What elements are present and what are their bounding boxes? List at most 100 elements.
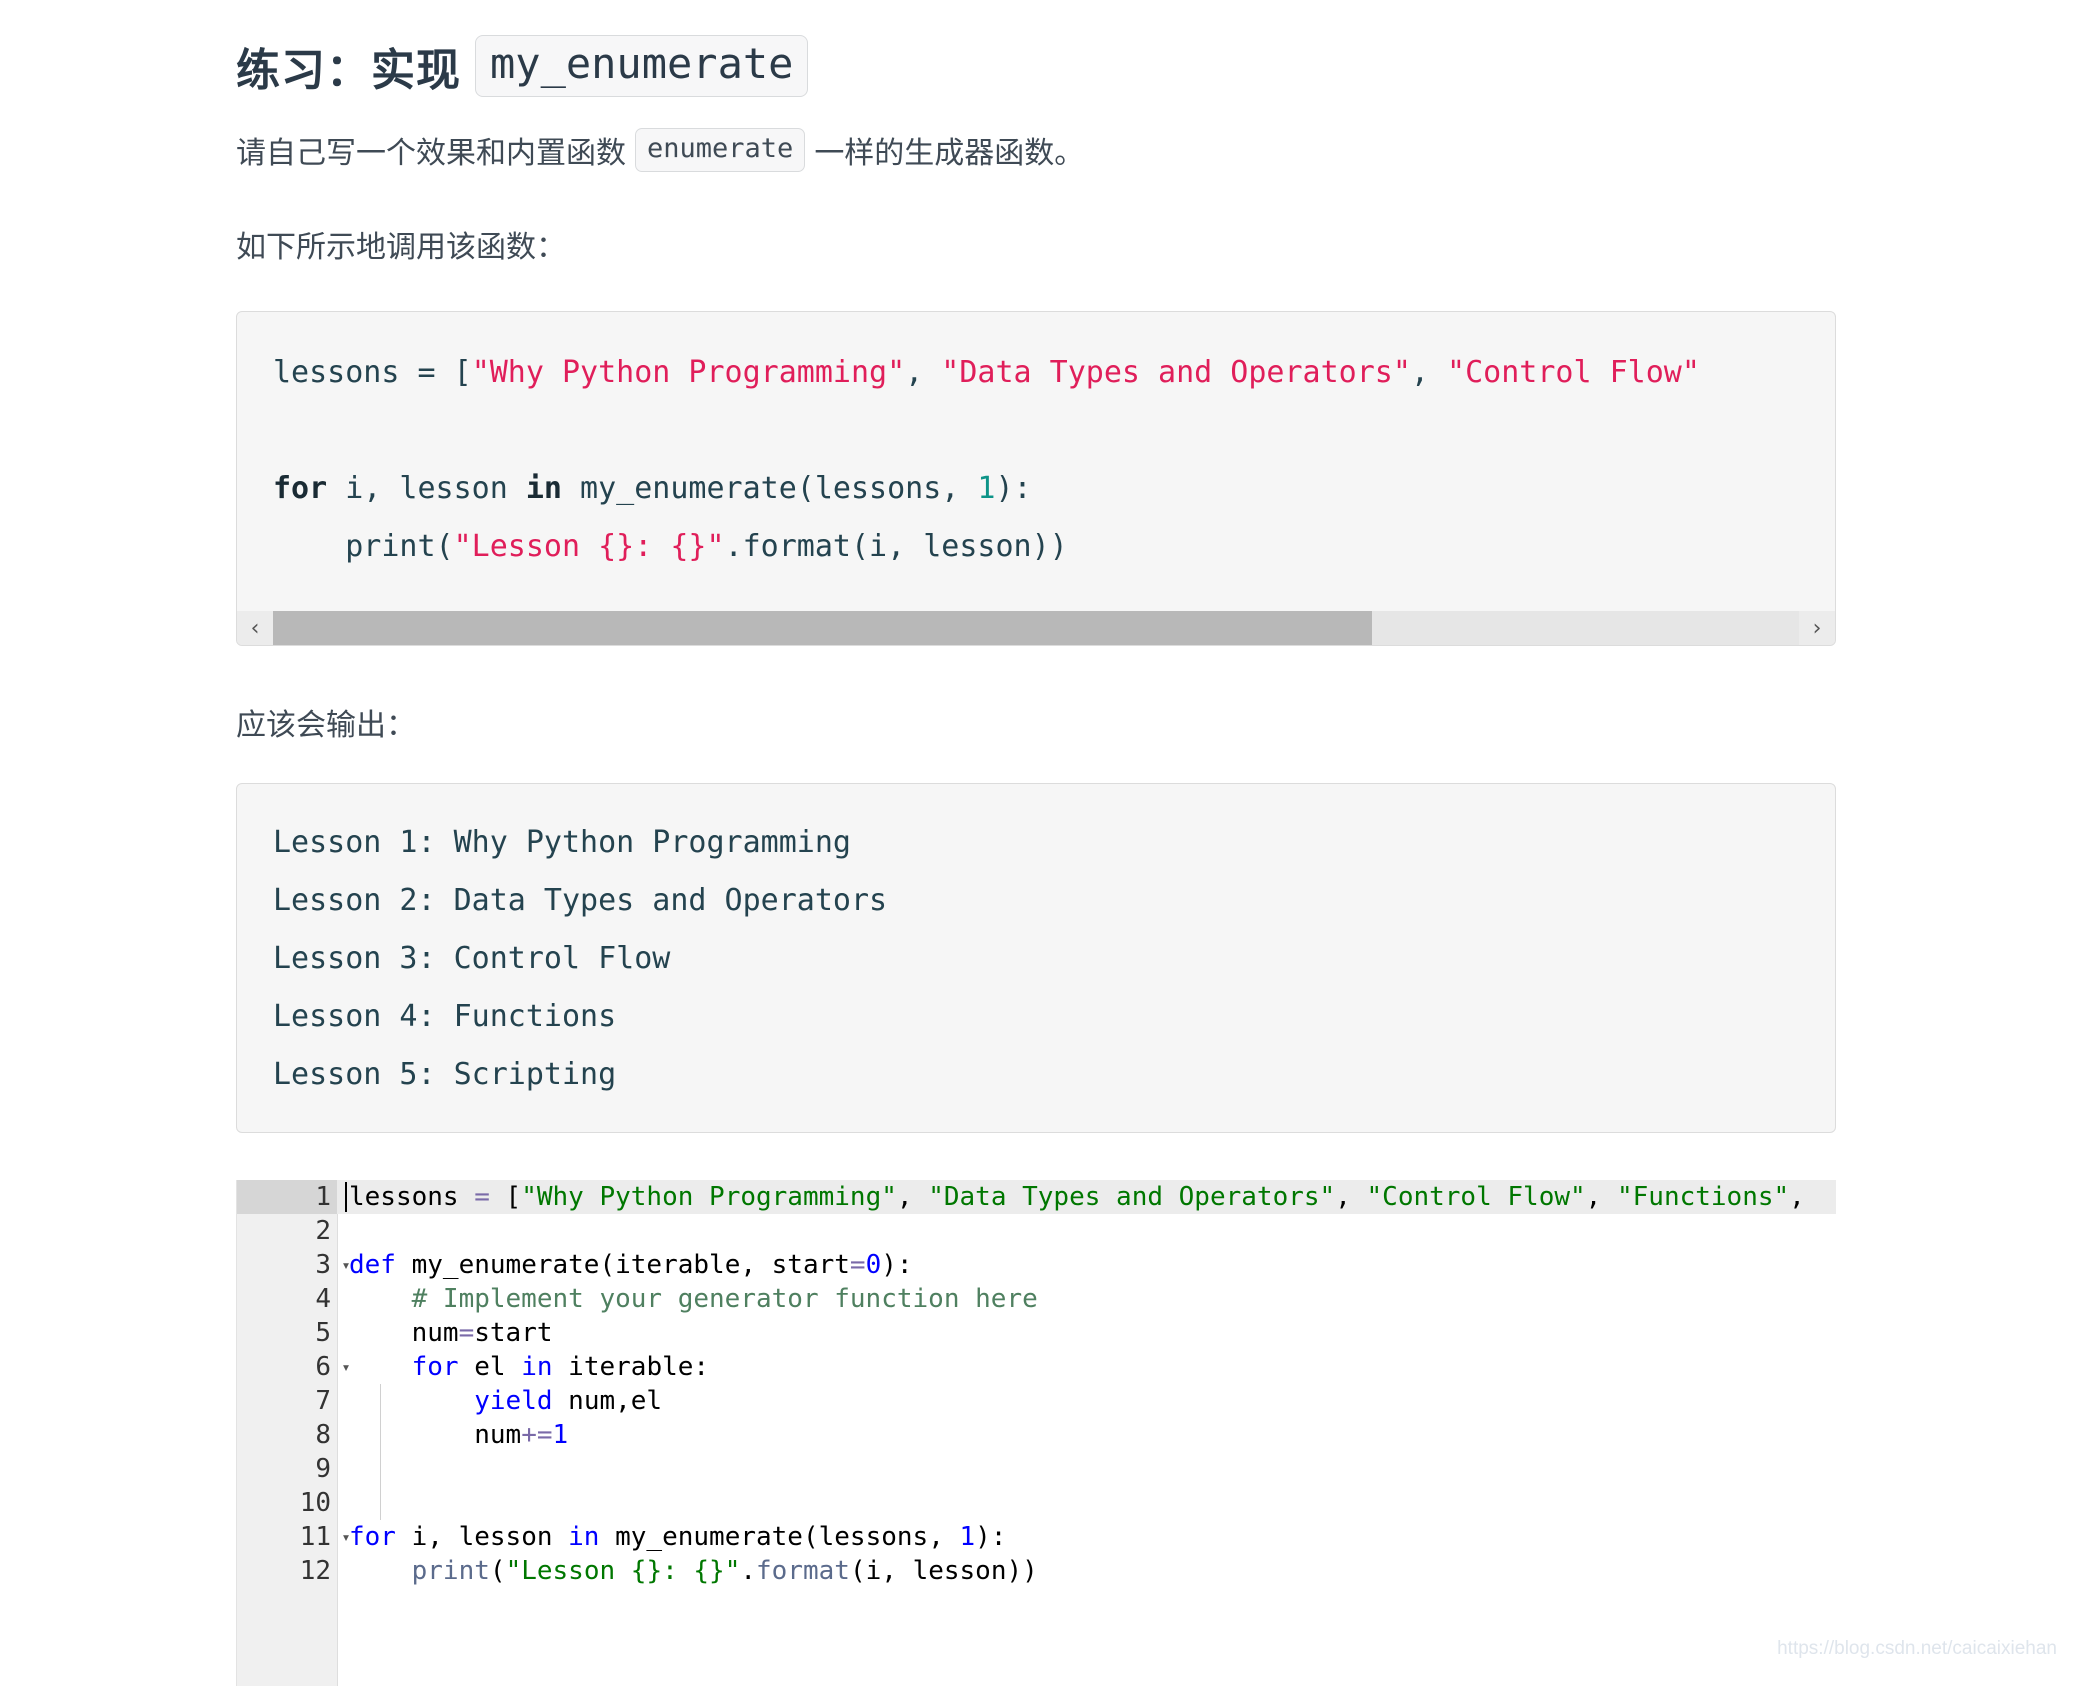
editor-line-number: 9 — [315, 1454, 331, 1484]
editor-token: iterable: — [552, 1352, 710, 1382]
editor-line-code[interactable]: for el in iterable: — [337, 1350, 1836, 1384]
editor-token: , — [1335, 1182, 1367, 1212]
code-token-for: for — [273, 471, 328, 506]
editor-line[interactable]: 8 num+=1 — [237, 1418, 1836, 1452]
code-block-example-body: lessons = ["Why Python Programming", "Da… — [237, 312, 1835, 576]
editor-lines[interactable]: 1 lessons = ["Why Python Programming", "D… — [237, 1180, 1836, 1588]
editor-token: num,el — [552, 1386, 663, 1416]
output-line: Lesson 4: Functions — [273, 999, 617, 1034]
code-token-string-2: "Data Types and Operators" — [941, 355, 1411, 390]
editor-line[interactable]: 11 ▾ for i, lesson in my_enumerate(lessons… — [237, 1520, 1836, 1554]
editor-line-code[interactable] — [337, 1486, 1836, 1520]
code-token-string-1: "Why Python Programming" — [471, 355, 906, 390]
editor-token: . — [740, 1556, 757, 1586]
scroll-left-icon[interactable]: ‹ — [237, 611, 273, 645]
editor-token: num — [349, 1420, 522, 1450]
editor-token: "Why Python Programming" — [521, 1182, 897, 1212]
editor-token: "Functions" — [1616, 1182, 1790, 1212]
code-token-in: in — [525, 471, 562, 506]
horizontal-scrollbar[interactable]: ‹ › — [237, 611, 1835, 645]
code-token-call: my_enumerate(lessons, — [562, 471, 978, 506]
editor-token: i, lesson — [395, 1522, 569, 1552]
editor-token: ): — [975, 1522, 1007, 1552]
editor-token: , — [1585, 1182, 1617, 1212]
scrollbar-track[interactable] — [273, 611, 1799, 645]
scrollbar-thumb[interactable] — [273, 611, 1372, 645]
editor-token: ): — [881, 1250, 913, 1280]
editor-token: [ — [489, 1182, 522, 1212]
editor-token: yield — [474, 1386, 553, 1416]
editor-line-code[interactable]: num=start — [337, 1316, 1836, 1350]
editor-token: "Lesson {}: {}" — [505, 1556, 741, 1586]
editor-token: def — [349, 1250, 396, 1280]
editor-line[interactable]: 10 — [237, 1486, 1836, 1520]
page-title-code: my_enumerate — [475, 35, 809, 97]
subtitle-after: 一样的生成器函数。 — [814, 137, 1085, 170]
editor-token: for — [349, 1522, 396, 1552]
editor-token: (i, lesson)) — [849, 1556, 1038, 1586]
code-token-string-3: "Control Flow" — [1447, 355, 1700, 390]
editor-line-code[interactable] — [337, 1214, 1836, 1248]
page-root: 练习：实现 my_enumerate 请自己写一个效果和内置函数 enumera… — [0, 0, 2077, 1686]
editor-line[interactable]: 5 num=start — [237, 1316, 1836, 1350]
editor-line-number: 12 — [299, 1556, 331, 1586]
watermark: https://blog.csdn.net/caicaixiehan — [1777, 1638, 2057, 1659]
editor-token: ( — [489, 1556, 506, 1586]
editor-token: start — [474, 1318, 553, 1348]
subtitle-code: enumerate — [635, 128, 806, 172]
editor-line-number: 10 — [299, 1488, 331, 1518]
output-line: Lesson 3: Control Flow — [273, 941, 671, 976]
code-token-assign: lessons = [ — [273, 355, 472, 390]
editor-token: my_enumerate(iterable, start — [395, 1250, 850, 1280]
editor-line-number: 5 — [315, 1318, 331, 1348]
editor-line[interactable]: 2 — [237, 1214, 1836, 1248]
editor-line-code[interactable] — [337, 1452, 1836, 1486]
output-block-body: Lesson 1: Why Python Programming Lesson … — [237, 784, 1835, 1104]
editor-line[interactable]: 6 ▾ for el in iterable: — [237, 1350, 1836, 1384]
page-title: 练习：实现 my_enumerate — [236, 34, 809, 98]
editor-line-code[interactable]: num+=1 — [337, 1418, 1836, 1452]
editor-token: in — [568, 1522, 600, 1552]
editor-token: = — [849, 1250, 866, 1280]
editor-token: my_enumerate(lessons, — [599, 1522, 960, 1552]
editor-token: el — [458, 1352, 522, 1382]
editor-line-code[interactable]: # Implement your generator function here — [337, 1282, 1836, 1316]
editor-line[interactable]: 3 ▾ def my_enumerate(iterable, start=0): — [237, 1248, 1836, 1282]
editor-line-code[interactable]: print("Lesson {}: {}".format(i, lesson)) — [337, 1554, 1836, 1588]
editor-line-code[interactable]: lessons = ["Why Python Programming", "Da… — [337, 1180, 1836, 1214]
editor-line-number: 6 ▾ — [237, 1350, 350, 1384]
editor-line-number: 2 — [315, 1216, 331, 1246]
editor-token: "Control Flow" — [1366, 1182, 1586, 1212]
editor-token: 1 — [552, 1420, 569, 1450]
code-token-tail: ): — [995, 471, 1032, 506]
editor-line-code[interactable]: def my_enumerate(iterable, start=0): — [337, 1248, 1836, 1282]
editor-line-number: 7 — [315, 1386, 331, 1416]
editor-token: += — [521, 1420, 553, 1450]
output-line: Lesson 2: Data Types and Operators — [273, 883, 888, 918]
code-token-print: print( — [273, 529, 454, 564]
editor-line-code[interactable]: for i, lesson in my_enumerate(lessons, 1… — [337, 1520, 1836, 1554]
editor-line-number: 11 ▾ — [237, 1520, 351, 1554]
paragraph-call-function: 如下所示地调用该函数： — [236, 231, 566, 264]
code-token-format: .format(i, lesson)) — [724, 529, 1068, 564]
editor-line-number: 8 — [315, 1420, 331, 1450]
editor-line[interactable]: 1 lessons = ["Why Python Programming", "D… — [237, 1180, 1836, 1214]
editor-token — [349, 1386, 474, 1416]
scroll-right-icon[interactable]: › — [1799, 611, 1835, 645]
editor-token: = — [458, 1318, 475, 1348]
code-token-vars: i, lesson — [327, 471, 526, 506]
output-line: Lesson 1: Why Python Programming — [273, 825, 851, 860]
code-editor[interactable]: 1 lessons = ["Why Python Programming", "D… — [236, 1180, 1836, 1686]
subtitle: 请自己写一个效果和内置函数 enumerate 一样的生成器函数。 — [236, 128, 1084, 172]
editor-line[interactable]: 9 — [237, 1452, 1836, 1486]
editor-token — [349, 1556, 412, 1586]
editor-token: , — [896, 1182, 929, 1212]
code-token-comma-1: , — [905, 355, 942, 390]
editor-line[interactable]: 12 print("Lesson {}: {}".format(i, lesso… — [237, 1554, 1836, 1588]
output-block: Lesson 1: Why Python Programming Lesson … — [236, 783, 1836, 1133]
editor-line-code[interactable]: yield num,el — [337, 1384, 1836, 1418]
output-line: Lesson 5: Scripting — [273, 1057, 617, 1092]
editor-line[interactable]: 7 yield num,el — [237, 1384, 1836, 1418]
page-title-text: 练习：实现 — [236, 46, 461, 95]
editor-line[interactable]: 4 # Implement your generator function he… — [237, 1282, 1836, 1316]
